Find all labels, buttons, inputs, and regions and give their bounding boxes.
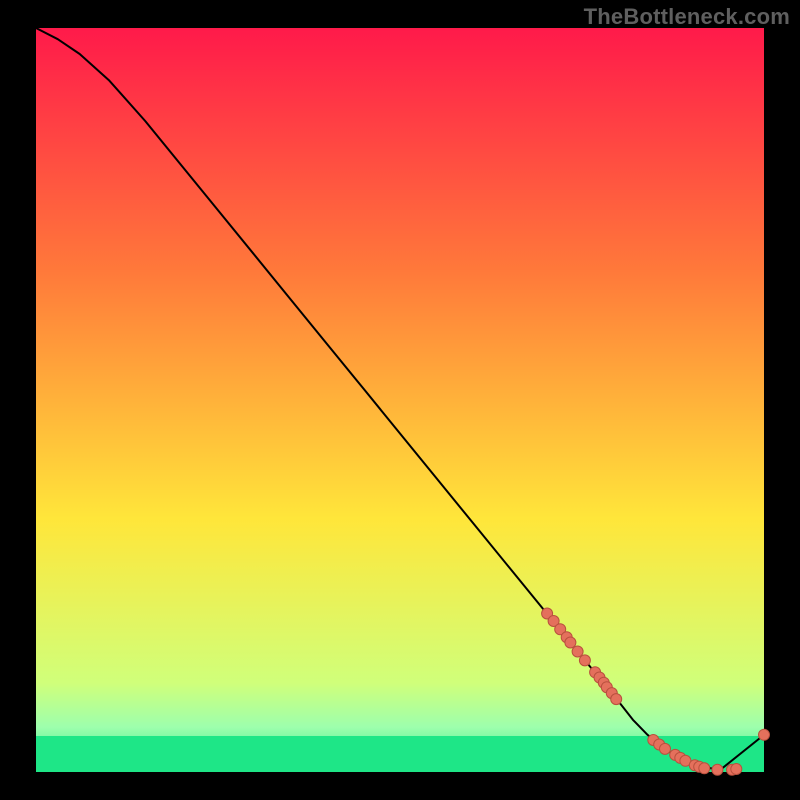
data-marker: [572, 646, 583, 657]
data-marker: [611, 694, 622, 705]
chart-svg: [0, 0, 800, 800]
data-marker: [660, 743, 671, 754]
data-marker: [731, 764, 742, 775]
data-marker: [565, 637, 576, 648]
data-marker: [712, 764, 723, 775]
plot-background: [36, 28, 764, 772]
data-marker: [579, 655, 590, 666]
data-marker: [699, 763, 710, 774]
chart-stage: TheBottleneck.com: [0, 0, 800, 800]
data-marker: [759, 729, 770, 740]
